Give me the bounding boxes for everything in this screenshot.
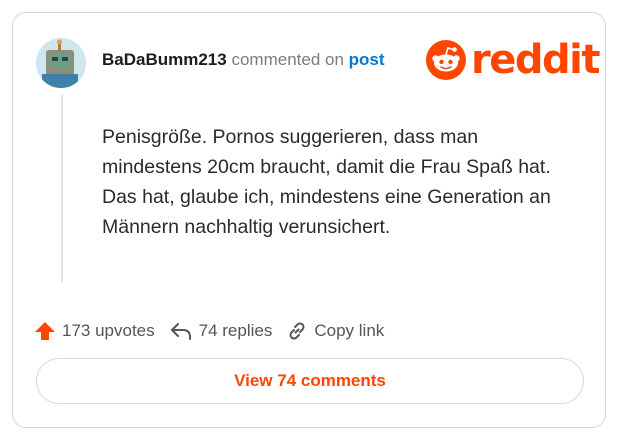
comment-header: BaDaBumm213 commented on post [102,50,385,70]
reply-arrow-icon [170,323,191,340]
replies-button[interactable]: 74 replies [169,320,273,342]
copy-link-button[interactable]: Copy link [286,320,384,342]
view-comments-button[interactable]: View 74 comments [36,358,584,404]
commented-on-text: commented on [231,50,344,69]
reddit-logo[interactable]: reddit [426,37,600,83]
user-avatar[interactable] [36,38,86,88]
upvote-arrow-icon[interactable] [34,320,56,342]
comment-body: Penisgröße. Pornos suggerieren, dass man… [102,126,551,238]
username-link[interactable]: BaDaBumm213 [102,50,227,69]
thread-line [61,95,63,282]
action-bar: 173 upvotes 74 replies Copy link [34,320,398,342]
replies-count: 74 replies [198,321,273,340]
reddit-snoo-icon [426,40,466,80]
upvote-button[interactable]: 173 upvotes [34,320,155,342]
post-link[interactable]: post [349,50,385,69]
link-icon [289,322,305,340]
upvote-count: 173 upvotes [62,321,155,340]
copy-link-label: Copy link [314,321,385,340]
reddit-wordmark: reddit [471,37,600,83]
